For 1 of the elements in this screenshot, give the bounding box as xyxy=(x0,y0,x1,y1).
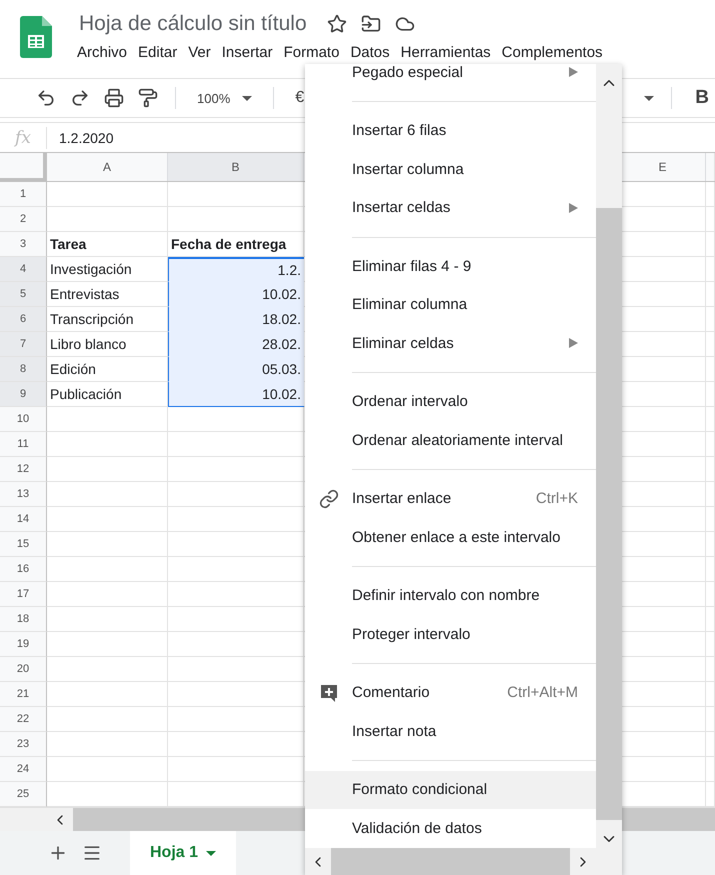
function-label: fx xyxy=(0,126,47,148)
